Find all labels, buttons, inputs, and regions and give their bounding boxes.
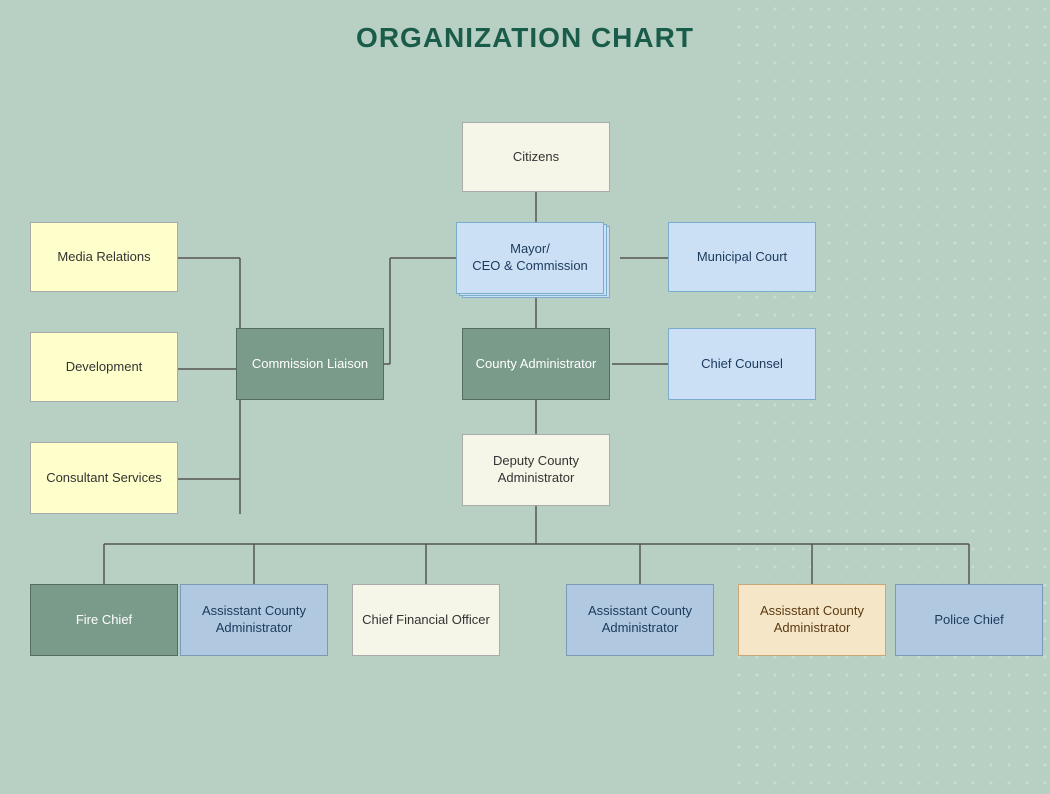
citizens-box: Citizens <box>462 122 610 192</box>
org-chart: Citizens Mayor/CEO & Commission Municipa… <box>0 64 1050 794</box>
fire-chief-box: Fire Chief <box>30 584 178 656</box>
asst-admin-3-box: Assisstant County Administrator <box>738 584 886 656</box>
mayor-box: Mayor/CEO & Commission <box>456 222 604 294</box>
development-box: Development <box>30 332 178 402</box>
deputy-county-admin-box: Deputy County Administrator <box>462 434 610 506</box>
asst-admin-2-box: Assisstant County Administrator <box>566 584 714 656</box>
cfo-box: Chief Financial Officer <box>352 584 500 656</box>
page-title: ORGANIZATION CHART <box>0 0 1050 64</box>
chief-counsel-box: Chief Counsel <box>668 328 816 400</box>
police-chief-box: Police Chief <box>895 584 1043 656</box>
media-relations-box: Media Relations <box>30 222 178 292</box>
asst-admin-1-box: Assisstant County Administrator <box>180 584 328 656</box>
consultant-services-box: Consultant Services <box>30 442 178 514</box>
county-admin-box: County Administrator <box>462 328 610 400</box>
municipal-court-box: Municipal Court <box>668 222 816 292</box>
commission-liaison-box: Commission Liaison <box>236 328 384 400</box>
